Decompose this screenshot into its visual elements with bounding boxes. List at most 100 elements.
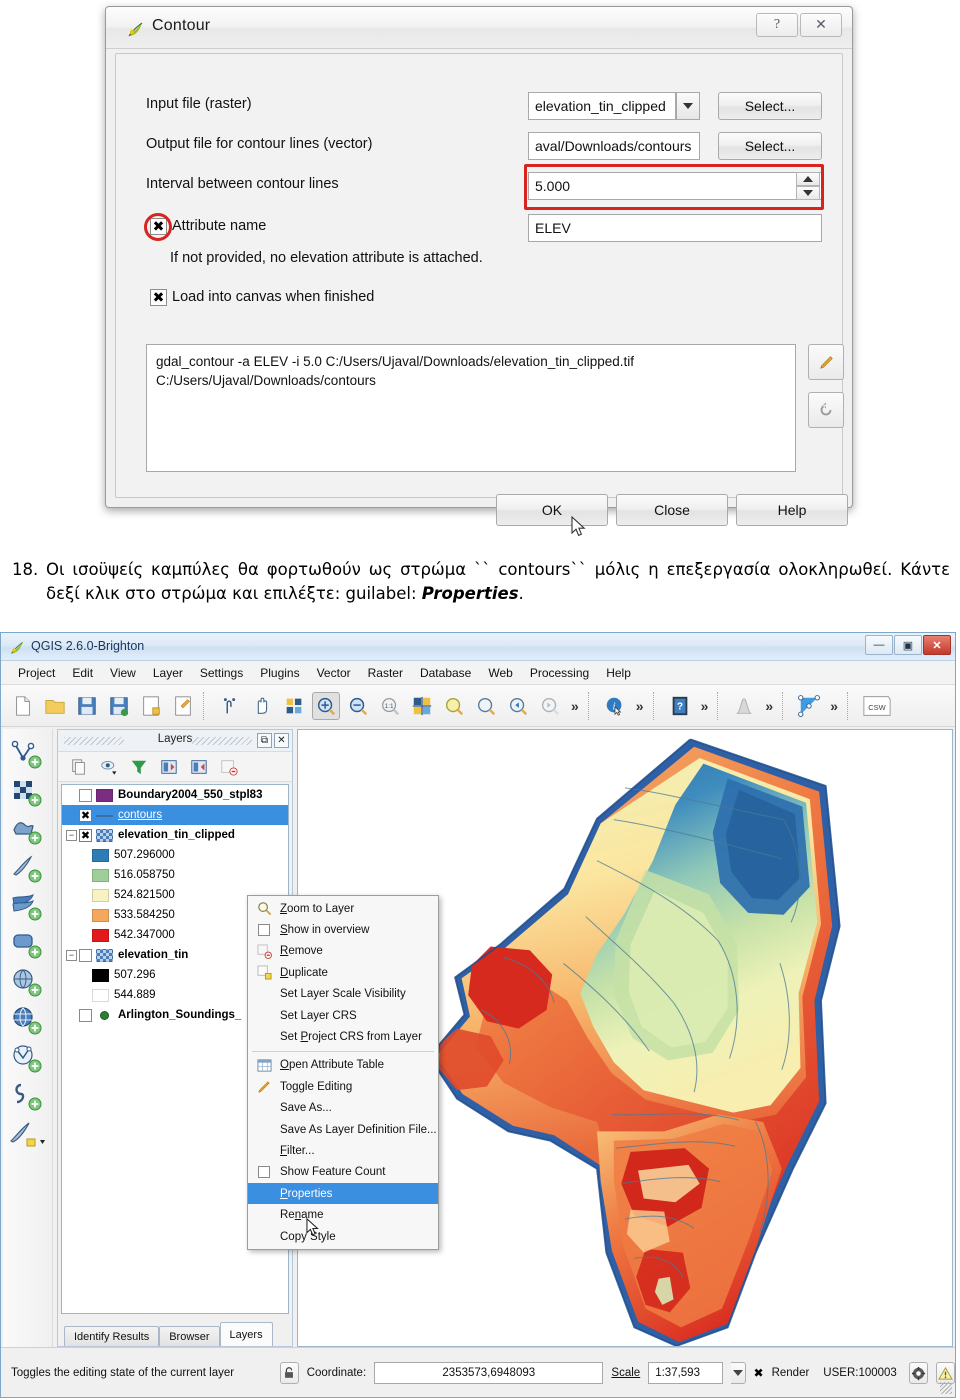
menu-item-raster[interactable]: Raster <box>361 664 410 682</box>
layer-visibility-checkbox[interactable]: ✖ <box>79 828 92 842</box>
add-raster-layer-icon[interactable] <box>6 775 50 811</box>
open-project-icon[interactable] <box>41 692 69 720</box>
manage-visibility-icon[interactable] <box>96 755 122 779</box>
context-menu-item-save-as-layer-definition-file[interactable]: Save As Layer Definition File... <box>248 1119 438 1140</box>
float-panel-icon[interactable]: ⧉ <box>257 733 272 748</box>
close-icon[interactable]: ✕ <box>923 635 951 655</box>
qgis-titlebar[interactable]: QGIS 2.6.0-Brighton — ▣ ✕ <box>1 633 955 661</box>
new-project-icon[interactable] <box>9 692 37 720</box>
pan-map-icon[interactable] <box>248 692 276 720</box>
context-menu-item-properties[interactable]: Properties <box>248 1183 438 1205</box>
context-menu-item-open-attribute-table[interactable]: Open Attribute Table <box>248 1055 438 1076</box>
crs-globe-icon[interactable] <box>908 1362 928 1384</box>
context-menu-item-show-feature-count[interactable]: Show Feature Count <box>248 1162 438 1183</box>
layer-visibility-checkbox[interactable] <box>79 1008 92 1022</box>
close-button[interactable]: Close <box>616 494 728 526</box>
identify-features-icon[interactable]: i <box>601 692 629 720</box>
add-delimited-text-layer-icon[interactable] <box>6 851 50 887</box>
load-canvas-checkbox[interactable]: ✖ <box>150 289 167 306</box>
minimize-icon[interactable]: — <box>865 635 893 655</box>
menu-item-layer[interactable]: Layer <box>146 664 190 682</box>
undo-refresh-icon[interactable] <box>808 392 844 428</box>
context-menu-item-save-as[interactable]: Save As... <box>248 1098 438 1119</box>
toolbar-overflow-chevron-3[interactable]: » <box>696 698 714 714</box>
command-textarea[interactable]: gdal_contour -a ELEV -i 5.0 C:/Users/Uja… <box>146 344 796 472</box>
save-project-as-icon[interactable] <box>105 692 133 720</box>
context-menu-item-filter[interactable]: Filter... <box>248 1140 438 1161</box>
interval-stepper[interactable] <box>796 172 820 200</box>
menu-item-database[interactable]: Database <box>413 664 478 682</box>
layer-context-menu[interactable]: Zoom to Layer Show in overview Remove Dupli… <box>247 895 439 1251</box>
layer-visibility-checkbox[interactable]: ✖ <box>79 808 92 822</box>
attribute-name-input[interactable]: ELEV <box>528 214 822 242</box>
vertex-tool-icon[interactable] <box>795 692 823 720</box>
menu-item-project[interactable]: Project <box>11 664 62 682</box>
resize-grip[interactable] <box>940 1382 952 1394</box>
render-checkbox[interactable]: ✖ <box>754 1366 764 1380</box>
context-menu-item-remove[interactable]: Remove <box>248 941 438 962</box>
stepper-up-icon[interactable] <box>796 172 820 186</box>
layer-visibility-checkbox[interactable] <box>79 788 92 802</box>
save-project-icon[interactable] <box>73 692 101 720</box>
close-icon[interactable]: ✕ <box>274 733 289 748</box>
zoom-to-selection-icon[interactable] <box>440 692 468 720</box>
scale-value[interactable]: 1:37,593 <box>648 1362 723 1384</box>
toolbar-overflow-chevron-2[interactable]: » <box>631 698 649 714</box>
expand-all-icon[interactable] <box>156 755 182 779</box>
context-menu-item-set-project-crs-from-layer[interactable]: Set Project CRS from Layer <box>248 1026 438 1047</box>
touch-zoom-icon[interactable] <box>216 692 244 720</box>
attribute-name-checkbox[interactable]: ✖ <box>150 218 167 235</box>
warning-icon[interactable] <box>935 1362 956 1384</box>
new-print-composer-icon[interactable] <box>137 692 165 720</box>
panel-tab-identify-results[interactable]: Identify Results <box>64 1326 160 1346</box>
add-vector-layer-icon[interactable] <box>6 737 50 773</box>
add-group-icon[interactable] <box>66 755 92 779</box>
input-file-select-button[interactable]: Select... <box>718 92 822 120</box>
panel-drag-handle-right[interactable] <box>192 737 252 745</box>
zoom-in-icon[interactable] <box>312 691 340 720</box>
context-menu-item-set-layer-crs[interactable]: Set Layer CRS <box>248 1005 438 1026</box>
add-wcs-layer-icon[interactable] <box>6 1003 50 1039</box>
layer-tree-row[interactable]: ✖ contours <box>62 805 288 825</box>
menu-item-settings[interactable]: Settings <box>193 664 250 682</box>
add-spatialite-layer-icon[interactable] <box>6 889 50 925</box>
context-menu-item-zoom-to-layer[interactable]: Zoom to Layer <box>248 898 438 919</box>
context-menu-item-show-in-overview[interactable]: Show in overview <box>248 919 438 940</box>
context-menu-item-rename[interactable]: Rename <box>248 1204 438 1225</box>
new-shapefile-layer-icon[interactable] <box>6 1117 50 1153</box>
panel-drag-handle-left[interactable] <box>64 737 124 745</box>
context-menu-item-set-layer-scale-visibility[interactable]: Set Layer Scale Visibility <box>248 984 438 1005</box>
layer-tree-row[interactable]: − ✖ elevation_tin_clipped <box>62 825 288 845</box>
zoom-out-icon[interactable] <box>344 692 372 720</box>
csw-icon[interactable]: CSW <box>860 692 894 720</box>
add-wms-layer-icon[interactable] <box>6 965 50 1001</box>
zoom-native-icon[interactable]: 1:1 <box>376 692 404 720</box>
context-menu-item-copy-style[interactable]: Copy Style <box>248 1226 438 1247</box>
toolbar-overflow-chevron-5[interactable]: » <box>825 698 843 714</box>
add-virtual-layer-icon[interactable] <box>6 1079 50 1115</box>
toolbar-overflow-chevron-1[interactable]: » <box>566 698 584 714</box>
toolbar-overflow-chevron-4[interactable]: » <box>760 698 778 714</box>
edit-pencil-icon[interactable] <box>808 344 844 380</box>
layer-visibility-checkbox[interactable] <box>79 948 92 962</box>
maximize-icon[interactable]: ▣ <box>894 635 922 655</box>
menu-item-vector[interactable]: Vector <box>310 664 358 682</box>
help-contents-icon[interactable]: ? <box>666 692 694 720</box>
output-file-select-button[interactable]: Select... <box>718 132 822 160</box>
remove-layer-icon[interactable] <box>216 755 242 779</box>
add-wfs-layer-icon[interactable] <box>6 1041 50 1077</box>
contour-dialog-titlebar[interactable]: Contour ? ✕ <box>106 7 852 49</box>
menu-item-processing[interactable]: Processing <box>523 664 596 682</box>
add-postgis-layer-icon[interactable] <box>6 927 50 963</box>
scale-chevron-down-icon[interactable] <box>730 1362 746 1384</box>
menu-item-edit[interactable]: Edit <box>65 664 100 682</box>
help-button[interactable]: Help <box>736 494 848 526</box>
layer-tree-row[interactable]: 507.296000 <box>62 845 288 865</box>
stepper-down-icon[interactable] <box>796 186 820 200</box>
lock-coordinate-icon[interactable] <box>279 1362 299 1384</box>
expand-collapse-icon[interactable]: − <box>66 829 77 841</box>
menu-item-plugins[interactable]: Plugins <box>253 664 306 682</box>
interval-spinbox[interactable]: 5.000 <box>528 172 822 200</box>
composer-manager-icon[interactable] <box>169 692 197 720</box>
panel-tab-layers[interactable]: Layers <box>219 1322 273 1346</box>
